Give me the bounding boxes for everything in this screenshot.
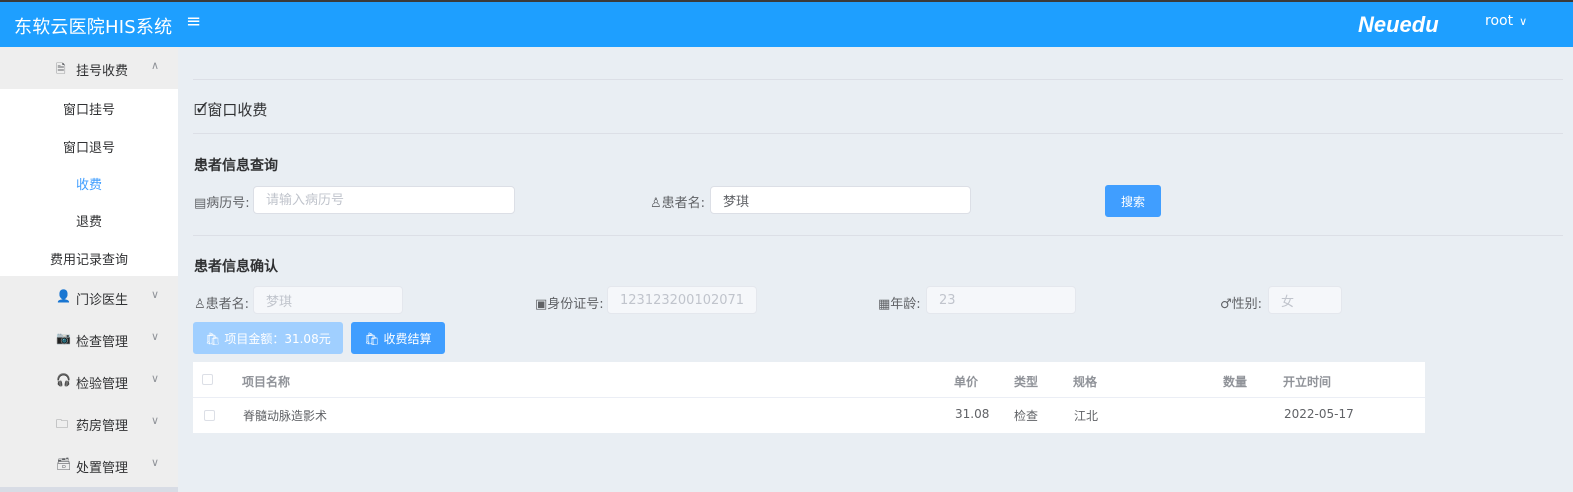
select-all-checkbox[interactable]	[202, 374, 213, 385]
chevron-down-icon: ∨	[151, 456, 160, 469]
camera-icon: 📷	[56, 331, 71, 345]
divider	[193, 235, 1563, 236]
brand-logo: Neuedu	[1358, 12, 1439, 37]
gender-field	[1268, 286, 1342, 314]
sidebar-group-outpatient-doctor[interactable]: 👤 门诊医生 ∨	[0, 276, 178, 318]
record-number-label-text: 病历号:	[206, 196, 250, 211]
bag-icon: 🛍	[364, 332, 380, 346]
sidebar-group-lab[interactable]: 🎧 检验管理 ∨	[0, 360, 178, 402]
settle-button[interactable]: 🛍 收费结算	[351, 322, 445, 354]
column-header-date: 开立时间	[1283, 375, 1332, 389]
cell-name: 脊髓动脉造影术	[243, 409, 328, 423]
user-menu[interactable]: root ∨	[1485, 13, 1527, 29]
id-number-label-text: 身份证号:	[547, 297, 604, 312]
sidebar-group-registration[interactable]: 🗎 挂号收费 ∧	[0, 47, 178, 89]
top-bar: 东软云医院HIS系统 ≡ Neuedu root ∨	[0, 0, 1573, 47]
settle-button-label: 收费结算	[383, 332, 432, 346]
main-content: 🗹窗口收费 患者信息查询 ▤病历号: ♙患者名: 搜索 患者信息确认 ♙患者名:…	[178, 47, 1573, 492]
cell-type: 检查	[1014, 409, 1039, 423]
charge-items-table: 项目名称 单价 类型 规格 数量 开立时间 脊髓动脉造影术 31.08 检查 江…	[193, 362, 1425, 433]
sidebar-group-pharmacy[interactable]: 🗀 药房管理 ∨	[0, 402, 178, 444]
menu-toggle-icon[interactable]: ≡	[186, 11, 201, 32]
age-field	[926, 286, 1076, 314]
sidebar-item-window-cancel[interactable]: 窗口退号	[0, 137, 178, 156]
patient-name-input[interactable]	[710, 186, 971, 214]
headset-icon: 🎧	[56, 373, 71, 387]
confirm-name-label: ♙患者名:	[194, 293, 249, 312]
cell-date: 2022-05-17	[1284, 407, 1354, 421]
sidebar-group-label: 挂号收费	[76, 64, 129, 79]
chevron-down-icon: ∨	[151, 330, 160, 343]
chevron-down-icon: ∨	[1519, 15, 1528, 28]
age-label-text: 年龄:	[890, 297, 921, 312]
confirm-name-field	[253, 286, 403, 314]
amount-button: 🛍 项目金额：31.08元	[193, 322, 343, 354]
sidebar-group-label: 检验管理	[76, 377, 129, 392]
sidebar-group-label: 药房管理	[76, 419, 129, 434]
section-title-query: 患者信息查询	[194, 158, 278, 174]
sidebar-item-window-register[interactable]: 窗口挂号	[0, 99, 178, 118]
chevron-down-icon: ∨	[151, 288, 160, 301]
sidebar-item-refund[interactable]: 退费	[0, 211, 178, 230]
bag-icon: 🛍	[205, 332, 221, 346]
column-header-name: 项目名称	[242, 375, 291, 389]
username: root	[1485, 13, 1514, 29]
patient-name-label: ♙患者名:	[650, 192, 705, 211]
id-number-label: ▣身份证号:	[535, 293, 604, 312]
column-header-qty: 数量	[1223, 375, 1248, 389]
cell-price: 31.08	[955, 407, 990, 421]
divider	[193, 133, 1563, 134]
divider	[193, 79, 1563, 80]
record-icon: ▤	[194, 196, 207, 211]
cell-spec: 江北	[1074, 409, 1099, 423]
checked-document-icon: 🗹	[194, 101, 208, 119]
chevron-down-icon: ∨	[151, 372, 160, 385]
user-icon: 👤	[56, 289, 71, 303]
sidebar-next-item	[0, 487, 178, 492]
row-divider	[193, 397, 1425, 398]
sidebar: 🗎 挂号收费 ∧ 窗口挂号 窗口退号 收费 退费 费用记录查询 👤 门诊医生 ∨…	[0, 47, 178, 492]
page-title: 🗹窗口收费	[194, 99, 267, 125]
confirm-name-label-text: 患者名:	[205, 297, 250, 312]
sidebar-item-fee-records[interactable]: 费用记录查询	[0, 249, 178, 268]
section-title-confirm: 患者信息确认	[194, 259, 278, 275]
patient-name-label-text: 患者名:	[661, 196, 706, 211]
search-button[interactable]: 搜索	[1105, 185, 1161, 217]
sidebar-group-label: 门诊医生	[76, 293, 129, 308]
sidebar-group-examination[interactable]: 📷 检查管理 ∨	[0, 318, 178, 360]
sidebar-group-treatment[interactable]: 🗃 处置管理 ∨	[0, 444, 178, 486]
chevron-down-icon: ∨	[151, 414, 160, 427]
submenu-registration: 窗口挂号 窗口退号 收费 退费 费用记录查询	[0, 89, 178, 276]
record-number-input[interactable]	[253, 186, 515, 214]
calendar-icon: ▦	[878, 297, 891, 312]
app-title: 东软云医院HIS系统	[14, 17, 173, 38]
column-header-price: 单价	[954, 375, 979, 389]
gender-label-text: 性别:	[1231, 297, 1263, 312]
id-number-field	[607, 286, 757, 314]
male-icon: ♂	[1220, 297, 1232, 312]
sidebar-item-charge[interactable]: 收费	[0, 174, 178, 193]
column-header-spec: 规格	[1073, 375, 1098, 389]
document-icon: 🗎	[56, 62, 66, 76]
chevron-up-icon: ∧	[151, 59, 160, 72]
record-number-label: ▤病历号:	[194, 192, 250, 211]
amount-button-label: 项目金额：31.08元	[224, 332, 331, 346]
sidebar-group-label: 处置管理	[76, 461, 129, 476]
id-card-icon: ▣	[535, 297, 548, 312]
user-icon: ♙	[194, 297, 206, 312]
gender-label: ♂性别:	[1220, 293, 1262, 312]
column-header-type: 类型	[1014, 375, 1039, 389]
folder-icon: 🗀	[56, 417, 69, 431]
row-checkbox[interactable]	[204, 410, 215, 421]
page-title-text: 窗口收费	[207, 101, 268, 119]
user-icon: ♙	[650, 196, 662, 211]
sidebar-group-label: 检查管理	[76, 335, 129, 350]
age-label: ▦年龄:	[878, 293, 921, 312]
first-aid-kit-icon: 🗃	[56, 457, 72, 471]
